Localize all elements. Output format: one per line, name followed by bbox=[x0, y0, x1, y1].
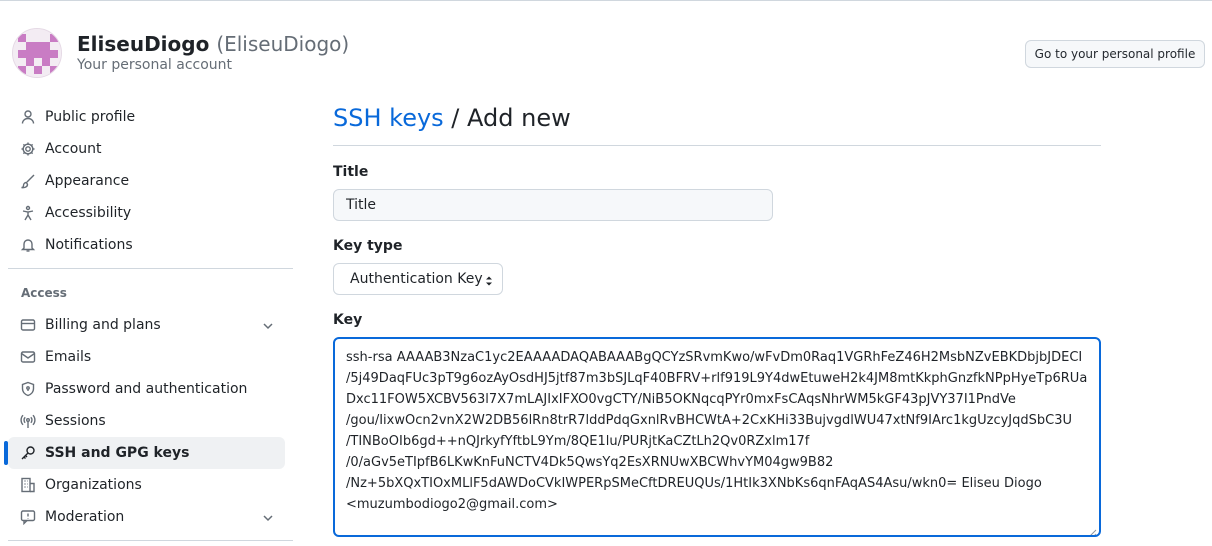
sidebar-item-sessions[interactable]: Sessions bbox=[8, 405, 285, 437]
sidebar-item-emails[interactable]: Emails bbox=[8, 341, 285, 373]
sidebar-divider bbox=[8, 268, 293, 269]
sidebar-item-label: Public profile bbox=[45, 109, 136, 125]
report-icon bbox=[20, 509, 36, 525]
bell-icon bbox=[20, 237, 36, 253]
person-icon bbox=[20, 109, 36, 125]
sidebar-item-label: Moderation bbox=[45, 509, 125, 525]
account-name: EliseuDiogo (EliseuDiogo) bbox=[77, 32, 349, 56]
sidebar-item-appearance[interactable]: Appearance bbox=[8, 165, 285, 197]
broadcast-icon bbox=[20, 413, 36, 429]
key-label: Key bbox=[333, 312, 363, 328]
key-type-select[interactable]: Authentication Key bbox=[333, 263, 503, 295]
organization-icon bbox=[20, 477, 36, 493]
key-textarea[interactable]: ssh-rsa AAAAB3NzaC1yc2EAAAADAQABAAABgQCY… bbox=[333, 337, 1101, 537]
paintbrush-icon bbox=[20, 173, 36, 189]
sidebar-divider bbox=[8, 540, 293, 541]
avatar[interactable] bbox=[12, 28, 62, 78]
page-title: SSH keys / Add new bbox=[333, 104, 571, 132]
top-border bbox=[0, 0, 1212, 1]
breadcrumb-current: / Add new bbox=[443, 104, 571, 132]
sidebar-item-label: Account bbox=[45, 141, 102, 157]
sidebar-item-label: Sessions bbox=[45, 413, 106, 429]
mail-icon bbox=[20, 349, 36, 365]
select-arrows-icon bbox=[484, 273, 494, 287]
sidebar-item-ssh-gpg-keys[interactable]: SSH and GPG keys bbox=[8, 437, 285, 469]
sidebar-section-access: Access bbox=[21, 286, 67, 300]
title-label: Title bbox=[333, 164, 369, 180]
sidebar-item-label: Billing and plans bbox=[45, 317, 161, 333]
chevron-down-icon[interactable] bbox=[261, 510, 275, 524]
sidebar-item-label: Password and authentication bbox=[45, 381, 248, 397]
sidebar-item-public-profile[interactable]: Public profile bbox=[8, 101, 285, 133]
login-name: (EliseuDiogo) bbox=[216, 32, 350, 56]
sidebar-item-label: Appearance bbox=[45, 173, 130, 189]
sidebar-item-label: Notifications bbox=[45, 237, 133, 253]
chevron-down-icon[interactable] bbox=[261, 318, 275, 332]
key-type-label: Key type bbox=[333, 238, 403, 254]
title-divider bbox=[333, 145, 1101, 146]
sidebar-item-label: SSH and GPG keys bbox=[45, 445, 190, 461]
shield-lock-icon bbox=[20, 381, 36, 397]
key-type-value: Authentication Key bbox=[350, 271, 483, 287]
breadcrumb-ssh-keys-link[interactable]: SSH keys bbox=[333, 104, 444, 132]
accessibility-icon bbox=[20, 205, 36, 221]
gear-icon bbox=[20, 141, 36, 157]
sidebar-item-accessibility[interactable]: Accessibility bbox=[8, 197, 285, 229]
go-to-profile-button[interactable]: Go to your personal profile bbox=[1025, 40, 1205, 68]
account-subtitle: Your personal account bbox=[77, 57, 233, 73]
sidebar-item-organizations[interactable]: Organizations bbox=[8, 469, 285, 501]
sidebar-item-notifications[interactable]: Notifications bbox=[8, 229, 285, 261]
credit-card-icon bbox=[20, 317, 36, 333]
sidebar-item-account[interactable]: Account bbox=[8, 133, 285, 165]
sidebar-item-label: Organizations bbox=[45, 477, 142, 493]
sidebar-item-billing[interactable]: Billing and plans bbox=[8, 309, 285, 341]
title-input[interactable] bbox=[333, 189, 773, 221]
resize-handle-icon[interactable] bbox=[1087, 523, 1097, 535]
key-value: ssh-rsa AAAAB3NzaC1yc2EAAAADAQABAAABgQCY… bbox=[346, 350, 1088, 512]
sidebar-item-moderation[interactable]: Moderation bbox=[8, 501, 285, 533]
sidebar-item-label: Accessibility bbox=[45, 205, 132, 221]
display-name: EliseuDiogo bbox=[77, 32, 210, 56]
sidebar-item-password-auth[interactable]: Password and authentication bbox=[8, 373, 285, 405]
key-icon bbox=[20, 445, 36, 461]
sidebar-item-label: Emails bbox=[45, 349, 92, 365]
